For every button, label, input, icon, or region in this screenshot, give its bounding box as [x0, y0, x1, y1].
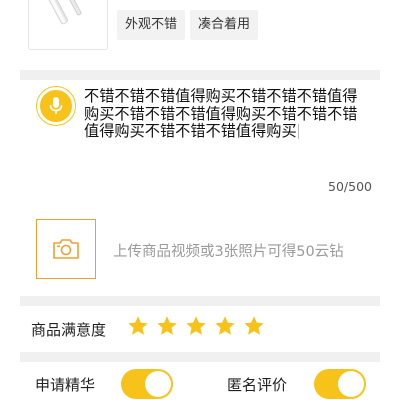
text-caret [297, 124, 299, 139]
tag-acceptable[interactable]: 凑合着用 [190, 10, 259, 40]
review-text: 不错不错不错值得购买不错不错不错值得购买不错不错不错值得购买不错不错不错值得购买… [84, 87, 358, 140]
section-divider [20, 70, 380, 80]
character-counter: 50/500 [328, 179, 372, 194]
review-text-input[interactable]: 不错不错不错值得购买不错不错不错值得购买不错不错不错值得购买不错不错不错值得购买… [84, 87, 368, 141]
featured-label: 申请精华 [35, 376, 96, 394]
star-rating[interactable] [127, 315, 265, 337]
featured-toggle[interactable] [121, 369, 173, 399]
product-image-part [32, 0, 70, 26]
microphone-icon[interactable] [37, 87, 75, 125]
toggle-knob [145, 371, 171, 397]
upload-hint-text: 上传商品视频或3张照片可得50云钻 [113, 244, 344, 260]
upload-media-button[interactable] [36, 219, 96, 279]
anonymous-label: 匿名评价 [227, 376, 288, 394]
satisfaction-label: 商品满意度 [31, 321, 107, 339]
section-divider [20, 352, 380, 362]
section-divider [20, 296, 380, 306]
camera-icon [53, 239, 79, 259]
product-thumbnail [28, 0, 108, 50]
star-icon[interactable] [243, 315, 265, 337]
star-icon[interactable] [185, 315, 207, 337]
star-icon[interactable] [214, 315, 236, 337]
anonymous-toggle[interactable] [314, 369, 366, 399]
toggle-knob [338, 371, 364, 397]
tag-appearance-good[interactable]: 外观不错 [117, 10, 186, 40]
star-icon[interactable] [156, 315, 178, 337]
star-icon[interactable] [127, 315, 149, 337]
